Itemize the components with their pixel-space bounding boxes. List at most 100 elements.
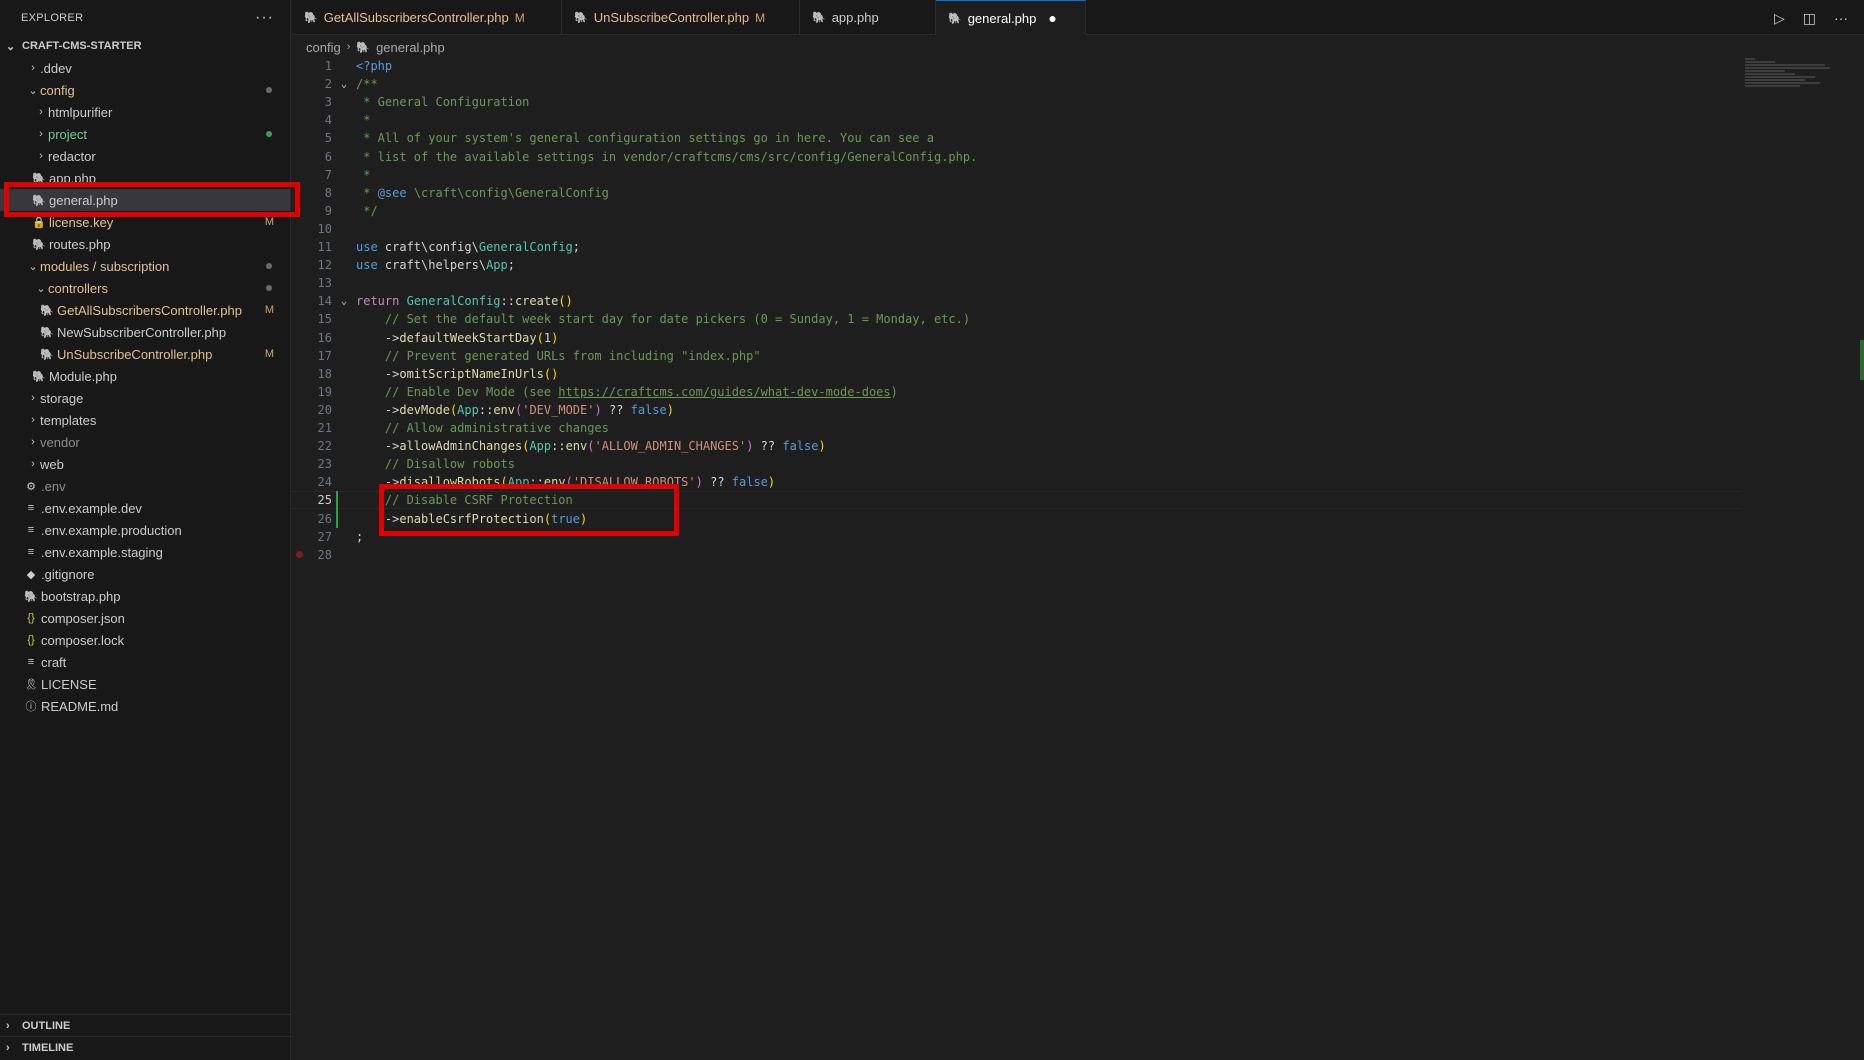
code-line[interactable]: 19 // Enable Dev Mode (see https://craft… <box>292 383 1742 401</box>
tab-app-php[interactable]: 🐘 app.php <box>800 0 936 35</box>
tab-getallsubscriberscontroller-php[interactable]: 🐘 GetAllSubscribersController.php M <box>292 0 562 35</box>
tree-item[interactable]: ≡ .env.example.staging <box>0 541 290 563</box>
code-text: // Prevent generated URLs from including… <box>384 348 761 363</box>
line-number: 17 <box>317 348 332 363</box>
code-editor[interactable]: 1 <?php 2 ⌄/** 3 * General Configuration 4 * 5… <box>292 57 1864 1060</box>
tree-item-label: .gitignore <box>41 566 95 582</box>
tree-item[interactable]: 🐘 NewSubscriberController.php <box>0 321 290 343</box>
timeline-section[interactable]: › TIMELINE <box>0 1036 291 1058</box>
run-icon[interactable]: ▷ <box>1774 10 1785 27</box>
tree-item-label: .env.example.production <box>41 522 182 538</box>
line-number: 10 <box>317 221 332 236</box>
code-line[interactable]: 10 <box>292 220 1742 238</box>
tree-item-label: modules / subscription <box>40 258 170 274</box>
tree-item[interactable]: ⌄ modules / subscription <box>0 255 290 277</box>
tree-item[interactable]: 🐘 app.php <box>0 167 290 189</box>
tree-item[interactable]: › templates <box>0 409 290 431</box>
code-line[interactable]: 25 // Disable CSRF Protection <box>292 491 1742 510</box>
code-line[interactable]: 8 * @see \craft\config\GeneralConfig <box>292 184 1742 202</box>
line-number: 26 <box>317 511 332 526</box>
more-actions-icon[interactable]: ··· <box>255 9 274 27</box>
tree-item[interactable]: ≡ craft <box>0 651 290 673</box>
tree-item[interactable]: › htmlpurifier <box>0 101 290 123</box>
tree-item[interactable]: {} composer.json <box>0 607 290 629</box>
line-number: 11 <box>317 240 332 254</box>
tree-item[interactable]: 🐘 Module.php <box>0 365 290 387</box>
tab-label: UnSubscribeController.php <box>593 10 750 25</box>
code-line[interactable]: 15 // Set the default week start day for… <box>292 310 1742 328</box>
tree-item[interactable]: ≡ .env.example.dev <box>0 497 290 519</box>
code-line[interactable]: 21 // Allow administrative changes <box>292 419 1742 437</box>
code-line[interactable]: 7 * <box>292 166 1742 184</box>
code-text: // Disable CSRF Protection <box>384 493 573 508</box>
code-line[interactable]: 26 ->enableCsrfProtection(true) <box>292 510 1742 528</box>
code-line[interactable]: 9 */ <box>292 202 1742 220</box>
unsaved-dot-icon[interactable]: ● <box>1048 10 1056 26</box>
code-line[interactable]: 14 ⌄ return GeneralConfig::create() <box>292 292 1742 310</box>
tree-item[interactable]: › project <box>0 123 290 145</box>
code-line[interactable]: 22 ->allowAdminChanges(App::env('ALLOW_A… <box>292 437 1742 455</box>
tab-general-php[interactable]: 🐘 general.php ● <box>936 0 1086 35</box>
code-line[interactable]: 11 use craft\config\GeneralConfig; <box>292 238 1742 256</box>
code-line[interactable]: 24 ->disallowRobots(App::env('DISALLOW_R… <box>292 473 1742 491</box>
fold-chevron-icon[interactable]: ⌄ <box>336 79 352 90</box>
tree-item-label: redactor <box>48 148 96 164</box>
breakpoint-icon[interactable] <box>296 550 303 558</box>
tree-item[interactable]: 🐘 UnSubscribeController.php M <box>0 343 290 365</box>
breadcrumb-file[interactable]: general.php <box>376 40 445 55</box>
lock-icon: 🔒 <box>32 216 46 229</box>
breadcrumb-folder[interactable]: config <box>306 40 341 55</box>
code-line[interactable]: 16 ->defaultWeekStartDay(1) <box>292 329 1742 347</box>
tree-item[interactable]: ≡ .env.example.production <box>0 519 290 541</box>
line-number: 19 <box>317 384 332 399</box>
scrollbar-git-marker[interactable] <box>1860 340 1864 380</box>
split-editor-icon[interactable]: ◫ <box>1803 10 1816 27</box>
code-line[interactable]: 18 ->omitScriptNameInUrls() <box>292 365 1742 383</box>
tree-item[interactable]: ◆ .gitignore <box>0 563 290 585</box>
code-line[interactable]: 12 use craft\helpers\App; <box>292 256 1742 274</box>
tree-item[interactable]: ⌄ controllers <box>0 277 290 299</box>
project-root[interactable]: ⌄ CRAFT-CMS-STARTER <box>0 35 290 57</box>
code-line[interactable]: 28 <box>292 546 1742 564</box>
tree-item[interactable]: ⌄ config <box>0 79 290 101</box>
license-icon: 🎗 <box>24 678 38 691</box>
tree-item-label: vendor <box>40 434 80 450</box>
tree-item[interactable]: › storage <box>0 387 290 409</box>
code-line[interactable]: 6 * list of the available settings in ve… <box>292 148 1742 166</box>
more-icon[interactable]: ··· <box>1834 10 1848 27</box>
tree-item[interactable]: ⚙ .env <box>0 475 290 497</box>
tree-item[interactable]: 🐘 general.php <box>0 189 290 211</box>
fold-chevron-icon[interactable]: ⌄ <box>336 296 352 307</box>
tree-item[interactable]: {} composer.lock <box>0 629 290 651</box>
tree-item[interactable]: › redactor <box>0 145 290 167</box>
code-text: ->devMode(App::env('DEV_MODE') ?? false) <box>356 402 674 417</box>
tree-item[interactable]: 🐘 bootstrap.php <box>0 585 290 607</box>
code-line[interactable]: 2 ⌄ /** <box>292 75 1742 93</box>
tree-item[interactable]: › web <box>0 453 290 475</box>
minimap[interactable] <box>1745 57 1864 117</box>
code-line[interactable]: 17 // Prevent generated URLs from includ… <box>292 347 1742 365</box>
code-line[interactable]: 27; <box>292 528 1742 546</box>
outline-section[interactable]: › OUTLINE <box>0 1014 291 1036</box>
tree-item[interactable]: › vendor <box>0 431 290 453</box>
code-line[interactable]: 13 <box>292 274 1742 292</box>
tab-unsubscribecontroller-php[interactable]: 🐘 UnSubscribeController.php M <box>562 0 800 35</box>
tree-item[interactable]: 🎗 LICENSE <box>0 673 290 695</box>
code-line[interactable]: 20 ->devMode(App::env('DEV_MODE') ?? fal… <box>292 401 1742 419</box>
line-number: 25 <box>317 493 332 508</box>
code-line[interactable]: 4 * <box>292 111 1742 129</box>
tree-item-label: app.php <box>49 170 96 186</box>
tree-item[interactable]: 🔒 license.key M <box>0 211 290 233</box>
code-line[interactable]: 1 <?php <box>292 57 1742 75</box>
tree-item[interactable]: 🐘 routes.php <box>0 233 290 255</box>
code-line[interactable]: 3 * General Configuration <box>292 93 1742 111</box>
chevron-right-icon: › <box>31 62 35 74</box>
tree-item[interactable]: ⓘ README.md <box>0 695 290 717</box>
code-line[interactable]: 23 // Disallow robots <box>292 455 1742 473</box>
code-line[interactable]: 5 * All of your system's general configu… <box>292 129 1742 147</box>
code-text: // Set the default week start day for da… <box>384 312 971 327</box>
tree-item[interactable]: › .ddev <box>0 57 290 79</box>
tree-item[interactable]: 🐘 GetAllSubscribersController.php M <box>0 299 290 321</box>
explorer-sidebar: EXPLORER ··· ⌄ CRAFT-CMS-STARTER › .ddev ⌄… <box>0 0 291 1060</box>
tree-item-label: config <box>40 82 75 98</box>
